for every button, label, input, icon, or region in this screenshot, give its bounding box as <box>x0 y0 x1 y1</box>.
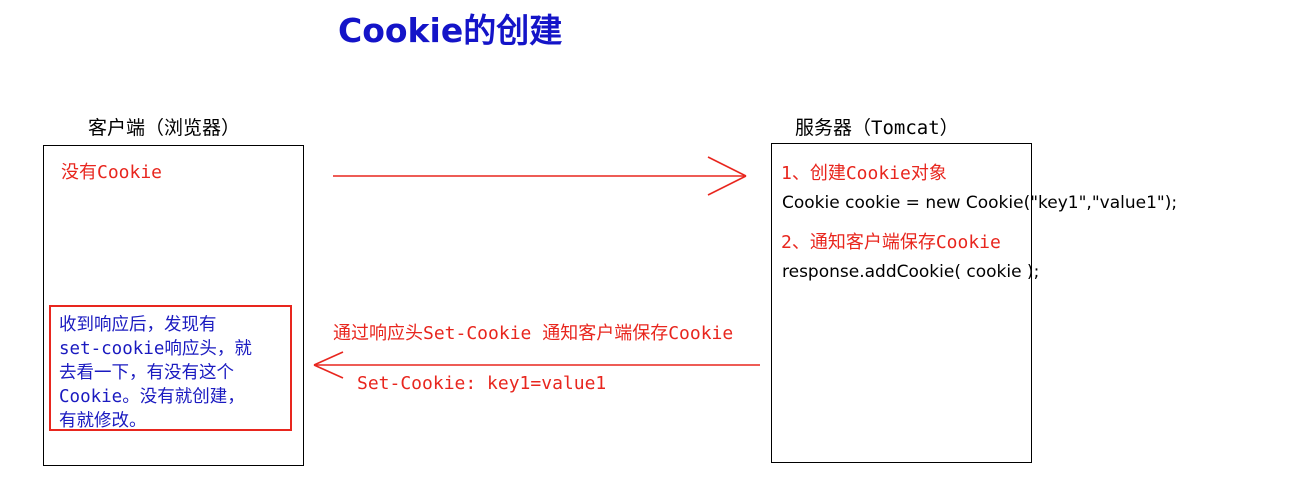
request-arrow <box>333 156 747 196</box>
arrows-layer <box>313 156 760 379</box>
response-arrow <box>313 351 760 379</box>
